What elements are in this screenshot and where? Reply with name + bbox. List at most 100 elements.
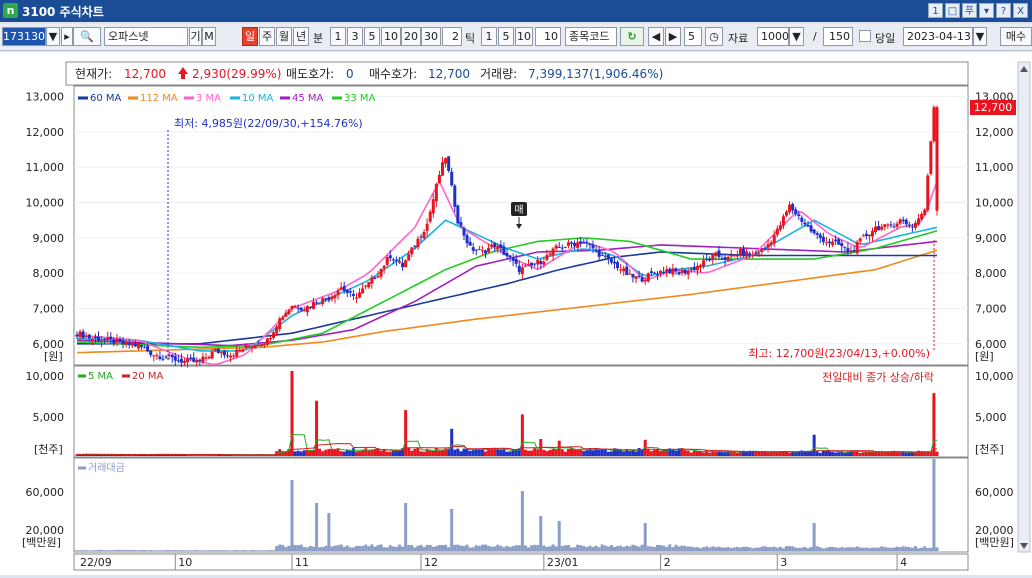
tick-10-button[interactable]: 10 [515, 27, 533, 46]
window-button-box[interactable]: □ [945, 3, 960, 18]
candle-body [201, 356, 205, 363]
m-button[interactable]: M [202, 27, 216, 46]
candle-body [308, 307, 312, 309]
next-arrow-button[interactable]: ▶ [665, 27, 681, 46]
candle-body [923, 209, 927, 215]
volume-bar [683, 450, 687, 456]
candle-body [828, 241, 831, 244]
window-button-1[interactable]: 1 [928, 3, 943, 18]
candle-body [468, 241, 472, 246]
window-button-dropdown[interactable]: ▾ [979, 3, 994, 18]
minute-input[interactable]: 2 [442, 27, 462, 46]
stock-code-input[interactable]: 173130 [2, 27, 46, 46]
candle-body [852, 250, 856, 252]
amount-bar [517, 545, 521, 551]
candle-body [413, 245, 417, 247]
amount-bar [883, 547, 887, 551]
gi-button[interactable]: 기 [189, 27, 202, 46]
code-dropdown-button[interactable]: ▼ [46, 27, 60, 46]
window-button-pu[interactable]: 푸 [962, 3, 977, 18]
amount-bar [692, 547, 696, 551]
tick-input[interactable]: 10 [535, 27, 561, 46]
minute-30-button[interactable]: 30 [421, 27, 441, 46]
count-input[interactable]: 5 [684, 27, 702, 46]
amount-bar [631, 544, 635, 551]
price-tick-label-right: 8,000 [975, 267, 1007, 280]
tick-5-button[interactable]: 5 [498, 27, 514, 46]
amount-bar [861, 547, 865, 551]
period-week-tab[interactable]: 주 [259, 27, 275, 46]
data-count-select[interactable]: 1000 [757, 27, 789, 46]
tick-1-button[interactable]: 1 [481, 27, 497, 46]
candle-body [539, 261, 543, 264]
candle-body [536, 260, 540, 265]
price-tick-label-right: 9,000 [975, 232, 1007, 245]
volume-bar [622, 451, 626, 456]
amount-bar [204, 550, 208, 551]
date-field[interactable]: 2023-04-13 [903, 27, 973, 46]
amount-bar [668, 544, 672, 551]
price-tick-label: 8,000 [33, 267, 65, 280]
help-button[interactable]: ? [996, 3, 1011, 18]
candle-body [717, 250, 721, 257]
candle-body [745, 251, 749, 256]
clock-button[interactable]: ◷ [705, 27, 723, 46]
minute-3-button[interactable]: 3 [347, 27, 363, 46]
chevron-down-icon: ▼ [975, 30, 985, 43]
candle-body [520, 267, 524, 275]
data-count-dropdown[interactable]: ▼ [789, 27, 804, 46]
amount-bar [382, 547, 386, 551]
volume-bar [923, 452, 927, 456]
amount-bar [216, 550, 220, 551]
volume-bar [290, 371, 294, 456]
candle-body [548, 253, 552, 255]
amount-bar [757, 547, 761, 551]
amount-bar [250, 550, 254, 551]
date-label: 4 [900, 556, 907, 569]
candle-body [656, 274, 659, 276]
amount-bar [275, 546, 279, 551]
search-button[interactable]: 🔍 [73, 27, 101, 46]
period-year-tab[interactable]: 년 [293, 27, 309, 46]
candle-body [898, 219, 902, 224]
candle-body [465, 235, 469, 244]
period-day-tab[interactable]: 일 [242, 27, 258, 46]
candle-body [90, 338, 94, 340]
candle-body [312, 301, 315, 309]
amount-bar [609, 545, 613, 551]
legend-amount: 거래대금 [88, 462, 125, 474]
today-checkbox[interactable] [859, 30, 871, 42]
candle-body [471, 247, 475, 251]
refresh-button[interactable]: ↻ [620, 27, 644, 46]
legend-ma33: 33 MA [344, 93, 376, 104]
range-count-input[interactable]: 150 [823, 27, 853, 46]
candle-body [889, 224, 893, 226]
stock-name-field[interactable]: 오파스넷 [104, 27, 188, 46]
candle-body [244, 344, 248, 349]
date-dropdown[interactable]: ▼ [973, 27, 987, 46]
vertical-scrollbar[interactable] [1017, 61, 1031, 553]
minute-5-button[interactable]: 5 [364, 27, 380, 46]
clock-icon: ◷ [709, 30, 719, 43]
buy-button[interactable]: 매수 [1000, 27, 1032, 46]
candle-body [794, 209, 798, 215]
candle-body [662, 272, 666, 274]
amount-bar [603, 545, 607, 551]
candle-body [97, 336, 100, 342]
candle-body [321, 298, 325, 305]
amount-bar [201, 550, 205, 551]
candle-body [416, 238, 420, 248]
minute-20-button[interactable]: 20 [401, 27, 421, 46]
volume-bar [388, 451, 392, 456]
amount-bar [327, 513, 331, 551]
candle-body [533, 263, 537, 265]
code-search-input[interactable]: 종목코드 [565, 27, 617, 46]
next-button[interactable]: ▸ [61, 27, 73, 46]
minute-10-button[interactable]: 10 [381, 27, 401, 46]
period-month-tab[interactable]: 월 [276, 27, 292, 46]
candle-body [269, 338, 272, 340]
minute-1-button[interactable]: 1 [330, 27, 346, 46]
close-button[interactable]: X [1013, 3, 1028, 18]
prev-arrow-button[interactable]: ◀ [648, 27, 664, 46]
candle-body [867, 234, 871, 237]
